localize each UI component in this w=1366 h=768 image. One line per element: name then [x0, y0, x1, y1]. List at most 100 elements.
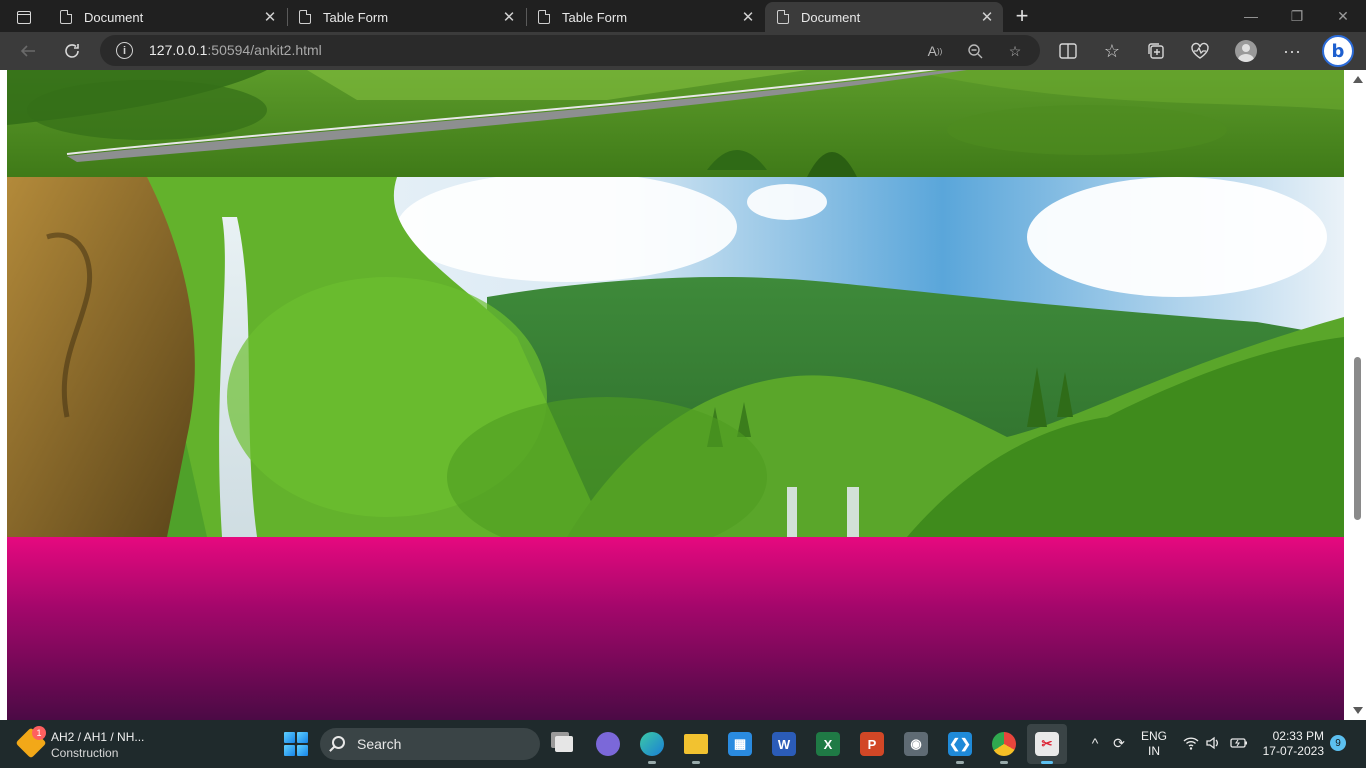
tab-table-form-2[interactable]: Table Form ✕ [526, 2, 764, 32]
excel-icon[interactable]: X [812, 728, 844, 760]
running-indicator [1000, 761, 1008, 764]
read-aloud-icon[interactable]: A)) [924, 40, 946, 62]
restore-button[interactable]: ❐ [1274, 0, 1320, 32]
start-button[interactable] [284, 732, 308, 756]
tab-actions-menu-button[interactable] [10, 6, 38, 28]
chat-glyph [596, 732, 620, 756]
tab-title: Table Form [562, 9, 628, 25]
vscode-icon[interactable]: ❮❯ [944, 728, 976, 764]
clock-date: 17-07-2023 [1262, 744, 1324, 758]
close-tab-icon[interactable]: ✕ [738, 7, 758, 27]
search-label: Search [357, 736, 402, 752]
refresh-button[interactable] [57, 36, 87, 66]
widget-title: AH2 / AH1 / NH... [51, 730, 145, 744]
back-button[interactable] [13, 36, 43, 66]
tab-document-1[interactable]: Document ✕ [48, 2, 286, 32]
address-bar[interactable]: i 127.0.0.1:50594/ankit2.html A)) ☆ [100, 35, 1040, 66]
search-icon [332, 736, 345, 749]
notification-center-badge[interactable]: 9 [1330, 735, 1346, 751]
tab-document-active[interactable]: Document ✕ [765, 2, 1003, 32]
windows-logo-pane [284, 732, 295, 743]
tab-title: Table Form [323, 9, 389, 25]
url-path: :50594/ankit2.html [207, 42, 322, 58]
collections-icon[interactable] [1141, 36, 1171, 66]
volume-icon[interactable] [1202, 732, 1224, 754]
page-icon [299, 10, 311, 24]
browser-toolbar: i 127.0.0.1:50594/ankit2.html A)) ☆ ☆ ··… [0, 32, 1366, 70]
running-indicator [1041, 761, 1053, 764]
tab-title: Document [801, 9, 861, 25]
url-text[interactable]: 127.0.0.1:50594/ankit2.html [149, 42, 322, 58]
scroll-down-arrow-icon[interactable] [1353, 707, 1363, 714]
clock-time: 02:33 PM [1272, 729, 1324, 743]
chrome-icon[interactable] [988, 728, 1020, 764]
site-info-icon[interactable]: i [116, 42, 133, 59]
close-tab-icon[interactable]: ✕ [977, 7, 997, 27]
windows-logo-pane [297, 732, 308, 743]
task-view-glyph [555, 736, 573, 752]
landscape-image-road [7, 70, 1344, 177]
word-icon[interactable]: W [768, 728, 800, 760]
vscode-glyph: ❮❯ [948, 732, 972, 756]
powerpoint-icon[interactable]: P [856, 728, 888, 760]
page-icon [777, 10, 789, 24]
camera-glyph: ◉ [904, 732, 928, 756]
split-screen-icon[interactable] [1053, 36, 1083, 66]
running-indicator [956, 761, 964, 764]
store-glyph: ▦ [728, 732, 752, 756]
tab-table-form-1[interactable]: Table Form ✕ [287, 2, 525, 32]
excel-glyph: X [816, 732, 840, 756]
refresh-icon [65, 44, 79, 58]
language-code: ENG [1140, 729, 1167, 743]
edge-icon[interactable] [636, 728, 668, 764]
tab-strip: Document ✕ Table Form ✕ Table Form ✕ Doc… [0, 0, 1366, 32]
windows-logo-pane [284, 745, 295, 756]
close-window-button[interactable]: ✕ [1320, 0, 1366, 32]
battery-icon[interactable] [1228, 732, 1250, 754]
snipping-tool-icon[interactable]: ✂ [1027, 724, 1067, 764]
tab-title: Document [84, 9, 144, 25]
favorite-star-icon[interactable]: ☆ [1004, 40, 1026, 62]
close-tab-icon[interactable]: ✕ [499, 7, 519, 27]
tab-actions-icon [17, 10, 31, 24]
windows-logo-pane [297, 745, 308, 756]
windows-taskbar: 1 AH2 / AH1 / NH... Construction Search … [0, 720, 1366, 768]
folder-glyph [684, 734, 708, 754]
taskbar-search[interactable]: Search [320, 728, 540, 760]
running-indicator [648, 761, 656, 764]
notification-badge: 1 [32, 726, 46, 740]
microsoft-store-icon[interactable]: ▦ [724, 728, 756, 760]
camera-icon[interactable]: ◉ [900, 728, 932, 760]
widget-subtitle: Construction [51, 746, 119, 760]
snipping-glyph: ✂ [1035, 732, 1059, 756]
new-tab-button[interactable]: + [1010, 3, 1034, 28]
page-scrollbar[interactable] [1349, 70, 1366, 720]
settings-more-icon[interactable]: ··· [1277, 36, 1307, 66]
zoom-out-icon[interactable] [964, 40, 986, 62]
powerpoint-glyph: P [860, 732, 884, 756]
favorites-icon[interactable]: ☆ [1097, 36, 1127, 66]
scrollbar-thumb[interactable] [1354, 357, 1361, 520]
minimize-button[interactable]: — [1228, 0, 1274, 32]
scroll-up-arrow-icon[interactable] [1353, 76, 1363, 83]
landscape-image-waterfall [7, 177, 1344, 537]
back-arrow-icon [20, 45, 35, 57]
language-indicator[interactable]: ENG IN [1140, 729, 1168, 759]
profile-avatar[interactable] [1235, 40, 1257, 62]
show-hidden-icons-chevron-icon[interactable]: ^ [1084, 732, 1106, 754]
bing-copilot-icon[interactable]: b [1322, 35, 1354, 67]
running-indicator [692, 761, 700, 764]
system-clock[interactable]: 02:33 PM 17-07-2023 [1258, 729, 1324, 759]
file-explorer-icon[interactable] [680, 728, 712, 764]
page-icon [538, 10, 550, 24]
teams-chat-icon[interactable] [592, 728, 624, 760]
task-view-icon[interactable] [548, 728, 580, 760]
close-tab-icon[interactable]: ✕ [260, 7, 280, 27]
browser-essentials-icon[interactable] [1185, 36, 1215, 66]
word-glyph: W [772, 732, 796, 756]
edge-glyph [640, 732, 664, 756]
page-icon [60, 10, 72, 24]
taskbar-widget-notification[interactable]: 1 AH2 / AH1 / NH... Construction [15, 726, 160, 760]
sync-icon[interactable]: ⟳ [1108, 732, 1130, 754]
wifi-icon[interactable] [1180, 732, 1202, 754]
